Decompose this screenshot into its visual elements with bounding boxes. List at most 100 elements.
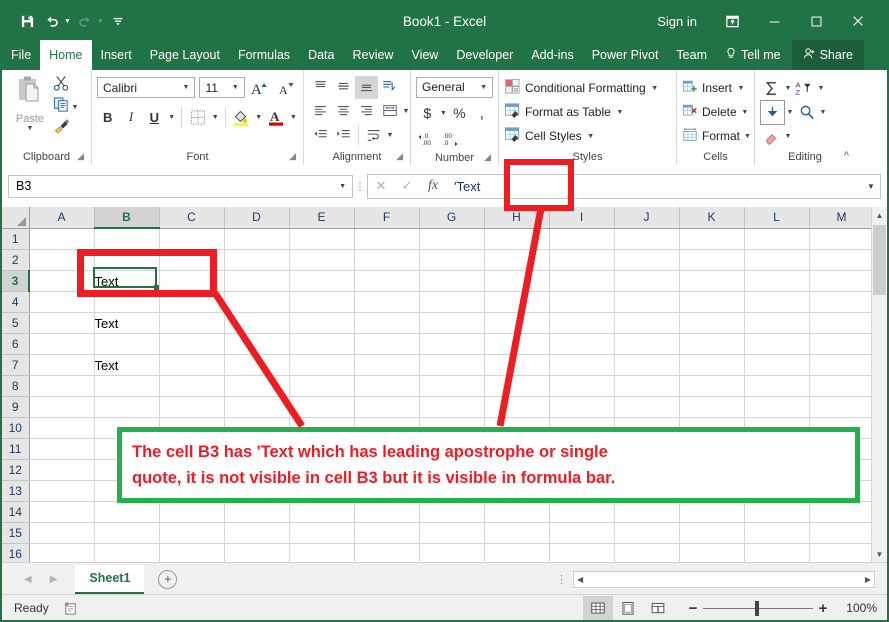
tab-file[interactable]: File (2, 40, 40, 70)
name-box[interactable]: B3 ▼ (8, 175, 353, 198)
cell-a16[interactable] (29, 544, 94, 563)
bold-button[interactable]: B (97, 106, 118, 129)
tab-insert[interactable]: Insert (92, 40, 141, 70)
cell-j7[interactable] (614, 355, 679, 376)
zoom-control[interactable]: − + (683, 600, 833, 617)
row-header-11[interactable]: 11 (2, 439, 29, 460)
insert-cells-dropdown-icon[interactable]: ▼ (736, 85, 746, 92)
cell-l10[interactable] (744, 418, 809, 439)
minimize-icon[interactable] (753, 6, 795, 36)
horizontal-scroll-track[interactable] (586, 572, 862, 587)
cell-e11[interactable] (289, 439, 354, 460)
fill-dropdown-icon[interactable]: ▼ (785, 109, 795, 116)
cell-k5[interactable] (679, 313, 744, 334)
cell-f3[interactable] (354, 271, 419, 292)
zoom-slider-thumb[interactable] (755, 601, 759, 616)
cell-k11[interactable] (679, 439, 744, 460)
cell-c5[interactable] (159, 313, 224, 334)
cell-g16[interactable] (419, 544, 484, 563)
vertical-scroll-thumb[interactable] (873, 225, 886, 295)
merge-and-center-button[interactable] (378, 100, 401, 123)
cell-c6[interactable] (159, 334, 224, 355)
increase-decimal-button[interactable]: .0.00 (416, 128, 439, 151)
cell-d13[interactable] (224, 481, 289, 502)
cell-f14[interactable] (354, 502, 419, 523)
row-header-10[interactable]: 10 (2, 418, 29, 439)
cell-l3[interactable] (744, 271, 809, 292)
cell-h6[interactable] (484, 334, 549, 355)
cell-i10[interactable] (549, 418, 614, 439)
cell-l11[interactable] (744, 439, 809, 460)
cell-b10[interactable] (94, 418, 159, 439)
merge-dropdown-icon[interactable]: ▼ (401, 108, 411, 115)
tab-power-pivot[interactable]: Power Pivot (583, 40, 668, 70)
align-center-button[interactable] (332, 100, 355, 123)
column-header-f[interactable]: F (354, 207, 419, 228)
sign-in-button[interactable]: Sign in (643, 14, 711, 29)
cell-h7[interactable] (484, 355, 549, 376)
delete-cells-dropdown-icon[interactable]: ▼ (741, 109, 749, 116)
column-header-d[interactable]: D (224, 207, 289, 228)
cell-f12[interactable] (354, 460, 419, 481)
increase-font-size-button[interactable]: A (249, 76, 272, 99)
zoom-in-button[interactable]: + (813, 600, 833, 617)
cell-l6[interactable] (744, 334, 809, 355)
cell-m1[interactable] (809, 228, 874, 250)
page-break-preview-button[interactable] (643, 596, 673, 620)
cell-styles-dropdown-icon[interactable]: ▼ (586, 133, 596, 140)
tab-view[interactable]: View (402, 40, 447, 70)
paste-button[interactable]: Paste ▼ (7, 73, 53, 150)
cell-f2[interactable] (354, 250, 419, 271)
font-color-button[interactable]: A (265, 106, 286, 129)
cell-c15[interactable] (159, 523, 224, 544)
row-header-4[interactable]: 4 (2, 292, 29, 313)
fill-button[interactable] (760, 100, 785, 125)
decrease-decimal-button[interactable]: .00.0 (439, 128, 462, 151)
cell-e12[interactable] (289, 460, 354, 481)
cancel-icon[interactable]: ✕ (368, 175, 394, 197)
customize-quick-access-icon[interactable] (107, 10, 129, 32)
cell-e14[interactable] (289, 502, 354, 523)
spreadsheet-grid[interactable]: A B C D E F G H I J K L M 1 2 (2, 207, 887, 562)
cell-d12[interactable] (224, 460, 289, 481)
clear-button[interactable] (760, 125, 783, 148)
number-format-dropdown-icon[interactable]: ▼ (477, 84, 490, 91)
cell-m4[interactable] (809, 292, 874, 313)
align-middle-button[interactable] (332, 76, 355, 99)
borders-dropdown-icon[interactable]: ▼ (211, 114, 220, 121)
cell-g6[interactable] (419, 334, 484, 355)
cell-i15[interactable] (549, 523, 614, 544)
decrease-indent-button[interactable] (309, 124, 332, 147)
cell-f1[interactable] (354, 228, 419, 250)
tell-me-button[interactable]: Tell me (716, 40, 790, 70)
cell-k8[interactable] (679, 376, 744, 397)
cell-c12[interactable] (159, 460, 224, 481)
undo-icon[interactable] (41, 10, 63, 32)
cell-j5[interactable] (614, 313, 679, 334)
accounting-format-button[interactable]: $ (416, 102, 438, 125)
format-painter-button[interactable] (53, 118, 71, 138)
cut-button[interactable] (53, 76, 70, 96)
cell-d14[interactable] (224, 502, 289, 523)
font-size-combo[interactable]: 11 ▼ (199, 77, 244, 98)
row-header-2[interactable]: 2 (2, 250, 29, 271)
column-header-g[interactable]: G (419, 207, 484, 228)
close-icon[interactable] (837, 6, 879, 36)
cell-h4[interactable] (484, 292, 549, 313)
align-top-button[interactable] (309, 76, 332, 99)
find-select-dropdown-icon[interactable]: ▼ (818, 109, 828, 116)
cell-k4[interactable] (679, 292, 744, 313)
select-all-button[interactable] (2, 207, 29, 228)
cell-f15[interactable] (354, 523, 419, 544)
cell-l5[interactable] (744, 313, 809, 334)
share-button[interactable]: Share (792, 40, 864, 70)
cell-d1[interactable] (224, 228, 289, 250)
cell-m16[interactable] (809, 544, 874, 563)
cell-i2[interactable] (549, 250, 614, 271)
fill-color-button[interactable] (231, 106, 252, 129)
column-header-e[interactable]: E (289, 207, 354, 228)
cell-j9[interactable] (614, 397, 679, 418)
format-as-table-dropdown-icon[interactable]: ▼ (615, 109, 625, 116)
cell-k12[interactable] (679, 460, 744, 481)
cell-g14[interactable] (419, 502, 484, 523)
